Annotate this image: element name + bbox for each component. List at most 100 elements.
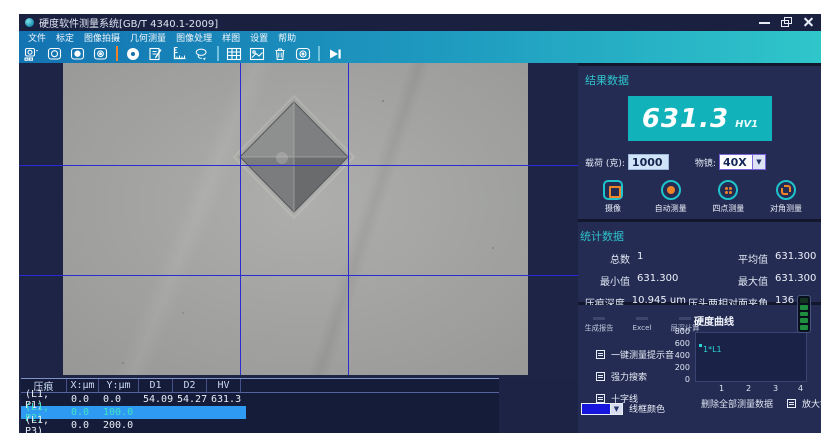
magnifier-label: 放大镜: [802, 400, 821, 410]
data-point-marker: [699, 344, 702, 347]
toolbar-separator: [116, 46, 118, 61]
table-header-row: 压痕 X:μm Y:μm D1 D2 HV: [21, 379, 499, 393]
generate-report-button[interactable]: 生成报告: [582, 317, 616, 334]
level-segment: [800, 318, 808, 324]
chart-title: 硬度曲线: [694, 317, 734, 328]
menu-bar: 文件 标定 图像拍摄 几何测量 图像处理 样图 设置 帮助: [19, 31, 821, 44]
menu-item-settings[interactable]: 设置: [245, 31, 273, 44]
y-tick: 0: [684, 375, 690, 384]
run-to-end-icon[interactable]: [327, 46, 343, 62]
minimize-icon[interactable]: [758, 17, 771, 28]
button-icon: [593, 317, 605, 320]
generate-report-label: 生成报告: [584, 324, 614, 333]
camera-settings-icon[interactable]: [93, 46, 109, 62]
menu-item-calibration[interactable]: 标定: [51, 31, 79, 44]
stat-label: 平均值: [738, 255, 768, 266]
record-icon[interactable]: [70, 46, 86, 62]
chevron-down-icon[interactable]: ▼: [751, 155, 765, 169]
objective-label: 物镜:: [694, 158, 716, 169]
cell-d1: 54.09: [143, 394, 174, 405]
close-icon[interactable]: [802, 17, 815, 28]
stat-value: 1: [637, 251, 644, 262]
hardness-value: 631.3: [641, 103, 730, 134]
menu-item-file[interactable]: 文件: [23, 31, 51, 44]
camera-button[interactable]: 摄像: [585, 180, 641, 214]
power-search-checkbox[interactable]: 强力搜索: [596, 371, 674, 383]
magnifier-checkbox[interactable]: 放大镜: [787, 397, 821, 410]
objective-select[interactable]: 40X ▼: [718, 154, 766, 170]
snapshot-icon[interactable]: [295, 46, 311, 62]
auto-measure-label: 自动测量: [654, 204, 687, 213]
right-panel: 结果数据 631.3 HV1 载荷 (克): 物镜: 40X ▼: [578, 63, 821, 433]
level-segment: [800, 298, 808, 303]
app-window: 硬度软件测量系统[GB/T 4340.1-2009] 文件 标定 图像拍摄 几何…: [19, 14, 821, 433]
measure-point-icon[interactable]: [125, 46, 141, 62]
toolbar-separator: [217, 46, 219, 61]
auto-measure-button[interactable]: 自动测量: [643, 180, 699, 214]
beep-checkbox[interactable]: 一键测量提示音: [596, 349, 674, 361]
camera-icon: [603, 180, 623, 200]
image-viewport[interactable]: [19, 63, 578, 378]
result-section-title: 结果数据: [585, 74, 629, 87]
level-indicator: [797, 295, 811, 333]
diagonal-measure-label: 对角测量: [769, 204, 802, 213]
cell-x: 0.0: [71, 420, 90, 431]
lasso-select-icon[interactable]: [194, 46, 210, 62]
menu-item-image-capture[interactable]: 图像拍摄: [79, 31, 125, 44]
section-bottom-row: 删除全部测量数据 放大镜: [578, 397, 821, 410]
col-header-hv: HV: [207, 379, 241, 392]
parameter-row: 载荷 (克): 物镜: 40X ▼: [578, 154, 821, 170]
hardness-unit: HV1: [735, 119, 759, 130]
x-tick: 4: [798, 384, 804, 393]
cell-y: 200.0: [103, 420, 134, 431]
window-controls: [758, 17, 815, 28]
trash-icon[interactable]: [272, 46, 288, 62]
delete-all-data-button[interactable]: 删除全部测量数据: [701, 397, 773, 410]
statistics-section-title: 统计数据: [580, 230, 624, 243]
capture-frame-icon[interactable]: [47, 46, 63, 62]
measure-line-vertical-left: [240, 63, 241, 375]
table-row[interactable]: (L1, P1) 0.0 0.0 54.09 54.27 631.3: [21, 389, 499, 411]
stat-label: 最大值: [738, 277, 768, 288]
statistics-grid: 总数1 平均值631.300 最小值631.300 最大值631.300 压痕深…: [578, 244, 821, 310]
menu-item-sample-image[interactable]: 样图: [217, 31, 245, 44]
menu-item-geometry-measure[interactable]: 几何测量: [125, 31, 171, 44]
cell-x: 0.0: [71, 394, 90, 405]
button-icon: [636, 317, 648, 320]
menu-item-image-processing[interactable]: 图像处理: [171, 31, 217, 44]
col-header-d1: D1: [139, 379, 173, 392]
checkbox-icon: [596, 372, 605, 381]
load-input[interactable]: [627, 154, 669, 170]
edit-report-icon[interactable]: [148, 46, 164, 62]
image-icon[interactable]: [249, 46, 265, 62]
hardness-result-display: 631.3 HV1: [628, 96, 772, 141]
data-grid-icon[interactable]: [226, 46, 242, 62]
menu-item-help[interactable]: 帮助: [273, 31, 301, 44]
x-tick: 1: [719, 384, 725, 393]
result-section: 结果数据 631.3 HV1 载荷 (克): 物镜: 40X ▼: [578, 66, 821, 219]
measure-line-horizontal-top: [19, 165, 578, 166]
hardness-curve-plot: 1*L1: [695, 332, 807, 382]
table-row-selected[interactable]: (L1, P2) 0.0 100.0: [21, 402, 499, 424]
desktop: 硬度软件测量系统[GB/T 4340.1-2009] 文件 标定 图像拍摄 几何…: [0, 0, 829, 447]
restore-icon[interactable]: [780, 17, 793, 28]
level-segment: [800, 325, 808, 330]
multi-capture-icon[interactable]: [24, 46, 40, 62]
button-icon: [679, 317, 691, 320]
diagonal-measure-button[interactable]: 对角测量: [758, 180, 814, 214]
measure-line-horizontal-bottom: [19, 275, 578, 276]
col-header-x: X:μm: [67, 379, 99, 392]
excel-export-button[interactable]: Excel: [625, 317, 659, 334]
diagonal-measure-icon: [775, 180, 796, 200]
table-row[interactable]: (L1, P3) 0.0 200.0: [21, 415, 499, 434]
cell-indent: (L1, P3): [25, 414, 50, 434]
tools-chart-section: 生成报告 Excel 层深计算 一键测量提示音 强力搜索 十字线 ▼ 线框颜色 …: [578, 305, 821, 433]
excel-label: Excel: [632, 323, 652, 332]
x-tick: 2: [746, 384, 752, 393]
measure-actions: 摄像 自动测量 四点测量 对角测量: [578, 180, 821, 214]
data-point-label: 1*L1: [703, 345, 722, 354]
cell-hv: 631.3: [211, 394, 242, 405]
four-point-measure-button[interactable]: 四点测量: [700, 180, 756, 214]
ruler-icon[interactable]: [171, 46, 187, 62]
checkbox-icon: [787, 399, 797, 408]
